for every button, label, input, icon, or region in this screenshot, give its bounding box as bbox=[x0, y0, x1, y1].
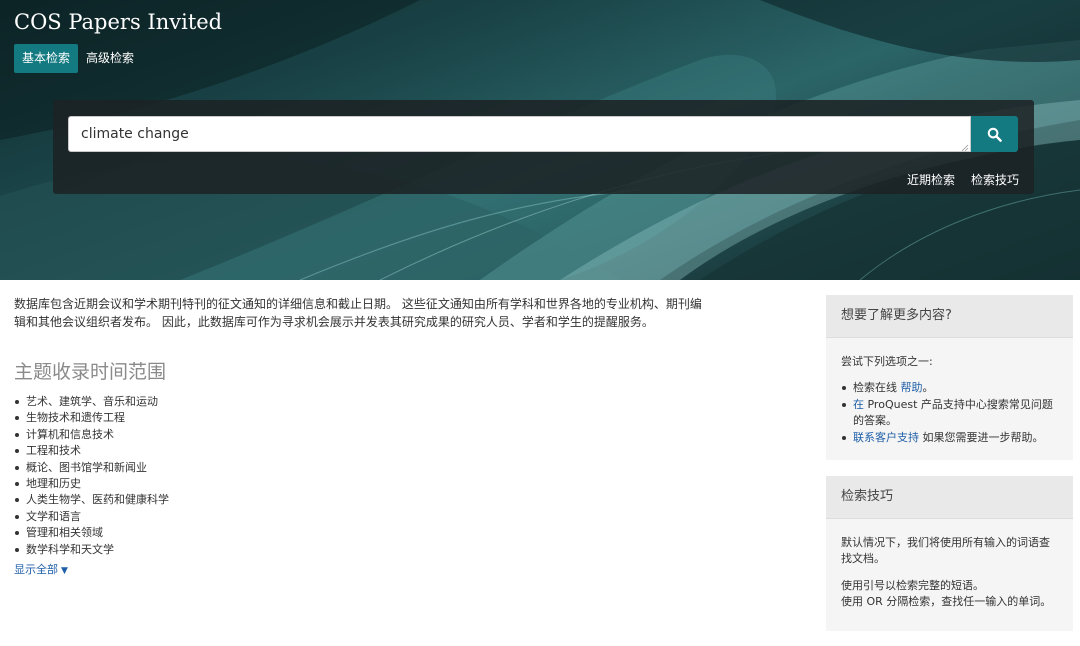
list-item: 数学科学和天文学 bbox=[14, 542, 734, 558]
tips-text: 找文档。 bbox=[841, 552, 885, 566]
recent-searches-link[interactable]: 近期检索 bbox=[907, 171, 955, 188]
help-options-list: 检索在线 帮助。 在 ProQuest 产品支持中心搜索常见问题的答案。 联系客… bbox=[841, 380, 1058, 446]
search-tips-link[interactable]: 检索技巧 bbox=[971, 171, 1019, 188]
list-item: 在 ProQuest 产品支持中心搜索常见问题的答案。 bbox=[841, 397, 1058, 430]
subject-coverage-heading: 主题收录时间范围 bbox=[14, 361, 167, 383]
support-center-link[interactable]: 在 bbox=[853, 398, 864, 411]
search-icon bbox=[987, 127, 1002, 142]
intro-line-2: 辑和其他会议组织者发布。 因此，此数据库可作为寻求机会展示并发表其研究成果的研究… bbox=[14, 315, 654, 329]
hero-banner: COS Papers Invited 基本检索 高级检索 climate cha… bbox=[0, 0, 1080, 280]
list-item: 联系客户支持 如果您需要进一步帮助。 bbox=[841, 430, 1058, 446]
tips-text: 使用引号以检索完整的短语。 bbox=[841, 578, 984, 592]
intro-line-1: 数据库包含近期会议和学术期刊特刊的征文通知的详细信息和截止日期。 这些征文通知由… bbox=[14, 297, 702, 311]
search-panel-links: 近期检索 检索技巧 bbox=[907, 171, 1019, 188]
search-button[interactable] bbox=[971, 116, 1018, 152]
help-option-text: 。 bbox=[922, 381, 934, 395]
list-item: 人类生物学、医药和健康科学 bbox=[14, 492, 734, 508]
list-item: 计算机和信息技术 bbox=[14, 427, 734, 443]
list-item: 工程和技术 bbox=[14, 443, 734, 459]
help-option-text: 的答案。 bbox=[853, 414, 897, 428]
list-item: 生物技术和遗传工程 bbox=[14, 410, 734, 426]
main-content: 数据库包含近期会议和学术期刊特刊的征文通知的详细信息和截止日期。 这些征文通知由… bbox=[14, 295, 734, 577]
resize-grip-icon[interactable] bbox=[961, 144, 969, 152]
help-box: 想要了解更多内容? 尝试下列选项之一: 检索在线 帮助。 在 ProQuest … bbox=[826, 295, 1073, 460]
search-panel: climate change 近期检索 检索技巧 bbox=[53, 100, 1034, 194]
tips-paragraph-1: 默认情况下，我们将使用所有输入的词语查 找文档。 bbox=[841, 535, 1058, 568]
help-option-text: 如果您需要进一步帮助。 bbox=[919, 430, 1044, 444]
search-mode-tabs: 基本检索 高级检索 bbox=[14, 44, 142, 73]
show-all-link[interactable]: 显示全部 ▼ bbox=[14, 561, 68, 577]
tips-text: 默认情况下，我们将使用所有输入的词语查 bbox=[841, 536, 1050, 549]
contact-support-link[interactable]: 联系客户支持 bbox=[853, 431, 919, 444]
help-intro: 尝试下列选项之一: bbox=[841, 355, 933, 368]
list-item: 艺术、建筑学、音乐和运动 bbox=[14, 394, 734, 410]
caret-down-icon: ▼ bbox=[61, 566, 68, 577]
help-option-text: ProQuest 产品支持中心搜索常见问题 bbox=[864, 397, 1053, 411]
tips-text: 使用 OR 分隔检索，查找任一输入的单词。 bbox=[841, 595, 1052, 609]
help-box-title: 想要了解更多内容? bbox=[826, 295, 1073, 338]
list-item: 管理和相关领域 bbox=[14, 525, 734, 541]
search-tips-body: 默认情况下，我们将使用所有输入的词语查 找文档。 使用引号以检索完整的短语。使用 … bbox=[826, 519, 1073, 611]
list-item: 文学和语言 bbox=[14, 509, 734, 525]
help-option-text: 检索在线 bbox=[853, 381, 901, 395]
help-box-body: 尝试下列选项之一: 检索在线 帮助。 在 ProQuest 产品支持中心搜索常见… bbox=[826, 338, 1073, 446]
tips-paragraph-2: 使用引号以检索完整的短语。使用 OR 分隔检索，查找任一输入的单词。 bbox=[841, 578, 1058, 611]
app-title: COS Papers Invited bbox=[14, 10, 223, 34]
show-all-label: 显示全部 bbox=[14, 563, 58, 577]
list-item: 地理和历史 bbox=[14, 476, 734, 492]
search-tips-title: 检索技巧 bbox=[826, 476, 1073, 519]
subject-list: 艺术、建筑学、音乐和运动 生物技术和遗传工程 计算机和信息技术 工程和技术 概论… bbox=[14, 394, 734, 558]
search-tips-box: 检索技巧 默认情况下，我们将使用所有输入的词语查 找文档。 使用引号以检索完整的短… bbox=[826, 476, 1073, 631]
list-item: 检索在线 帮助。 bbox=[841, 380, 1058, 396]
online-help-link[interactable]: 帮助 bbox=[901, 381, 923, 394]
search-input[interactable]: climate change bbox=[68, 116, 971, 152]
tab-basic-search[interactable]: 基本检索 bbox=[14, 44, 79, 73]
list-item: 概论、图书馆学和新闻业 bbox=[14, 460, 734, 476]
tab-advanced-search[interactable]: 高级检索 bbox=[78, 44, 142, 73]
database-description: 数据库包含近期会议和学术期刊特刊的征文通知的详细信息和截止日期。 这些征文通知由… bbox=[14, 295, 734, 331]
